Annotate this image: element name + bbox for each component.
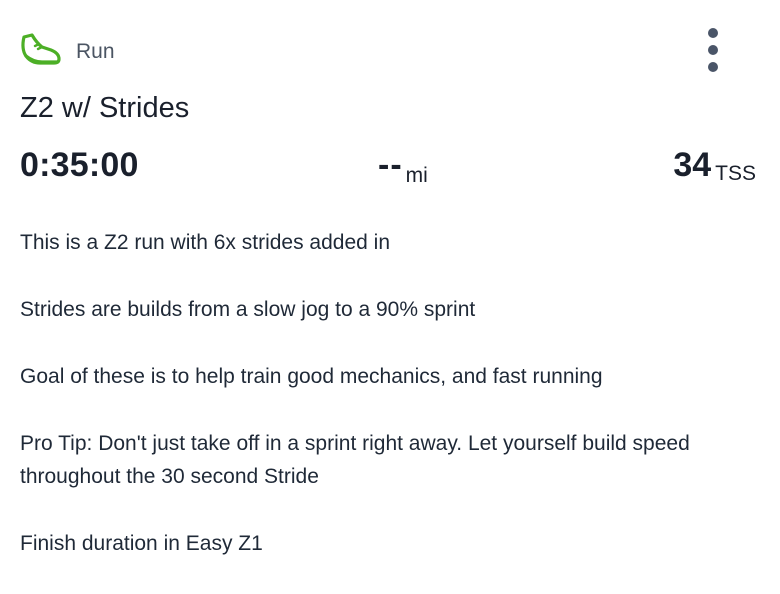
activity-type-label: Run bbox=[76, 40, 115, 63]
workout-tss: 34 TSS bbox=[673, 146, 756, 185]
activity-header: Run bbox=[18, 28, 115, 76]
vertical-ellipsis-icon bbox=[708, 28, 718, 38]
workout-duration: 0:35:00 bbox=[20, 146, 139, 184]
distance-value: -- bbox=[378, 146, 403, 184]
more-options-button[interactable] bbox=[700, 28, 726, 72]
description-paragraph: Pro Tip: Don't just take off in a sprint… bbox=[20, 432, 690, 488]
workout-card: Run Z2 w/ Strides 0:35:00 -- mi 34 TSS T… bbox=[0, 0, 780, 574]
tss-unit: TSS bbox=[715, 162, 756, 185]
workout-title: Z2 w/ Strides bbox=[20, 92, 190, 124]
description-paragraph: Goal of these is to help train good mech… bbox=[20, 365, 603, 388]
description-paragraph: Finish duration in Easy Z1 bbox=[20, 532, 263, 555]
running-shoe-icon bbox=[18, 32, 62, 72]
workout-description: This is a Z2 run with 6x strides added i… bbox=[20, 226, 740, 594]
tss-value: 34 bbox=[673, 146, 712, 184]
workout-distance: -- mi bbox=[378, 146, 428, 187]
description-paragraph: Strides are builds from a slow jog to a … bbox=[20, 298, 476, 321]
distance-unit: mi bbox=[405, 164, 428, 187]
description-paragraph: This is a Z2 run with 6x strides added i… bbox=[20, 231, 391, 254]
